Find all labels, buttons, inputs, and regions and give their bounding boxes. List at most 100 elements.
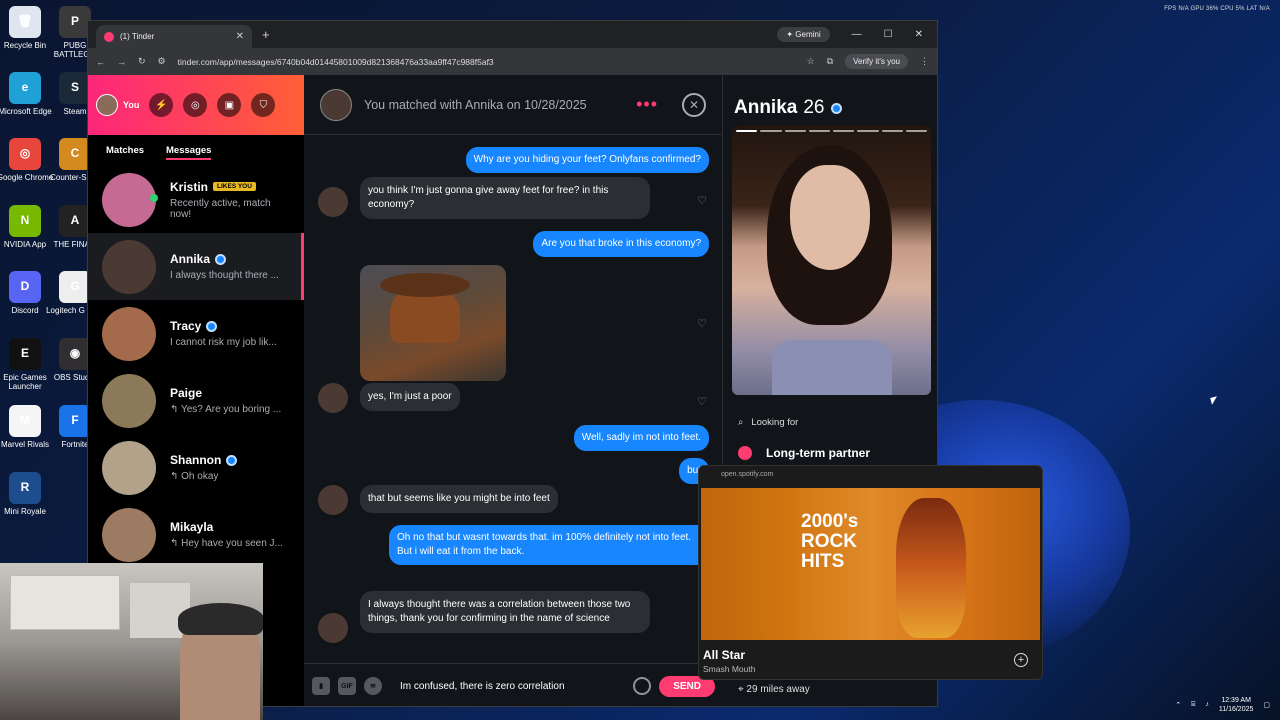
maximize-icon[interactable]: ☐: [884, 29, 893, 40]
song-artist: Smash Mouth: [703, 664, 756, 674]
boost-icon[interactable]: ⚡: [149, 93, 174, 117]
emoji-icon[interactable]: [633, 677, 652, 695]
profile-first-name: Annika: [734, 97, 798, 118]
extensions-icon[interactable]: ⧉: [827, 56, 833, 67]
conversation-item[interactable]: Mikayla ↰ Hey have you seen J...: [88, 501, 304, 568]
spotify-source: open.spotify.com: [721, 471, 774, 478]
conversation-item[interactable]: Paige ↰ Yes? Are you boring ...: [88, 367, 304, 434]
my-profile-button[interactable]: You: [96, 94, 139, 116]
close-chat-icon[interactable]: ✕: [682, 92, 706, 117]
bookmark-star-icon[interactable]: ☆: [807, 56, 815, 67]
like-heart-icon[interactable]: ♡: [697, 317, 709, 330]
clock[interactable]: 12:39 AM 11/16/2025: [1219, 696, 1254, 714]
like-heart-icon[interactable]: ♡: [697, 395, 709, 408]
conversation-preview: ↰ Hey have you seen J...: [170, 538, 283, 549]
verified-badge-icon: [215, 253, 227, 265]
close-window-icon[interactable]: ✕: [915, 29, 923, 40]
distance-row: ⌖ 29 miles away: [738, 684, 810, 695]
avatar: [318, 383, 348, 413]
spotify-icon[interactable]: ≋: [364, 677, 382, 695]
clock-time: 12:39 AM: [1221, 696, 1251, 704]
profile-name: Annika 26: [724, 75, 937, 125]
avatar: [318, 187, 348, 217]
gif-button[interactable]: GIF: [338, 677, 356, 695]
conversation-item[interactable]: Shannon ↰ Oh okay: [88, 434, 304, 501]
conversation-item[interactable]: Kristin LIKES YOU Recently active, match n…: [88, 166, 304, 233]
avatar: [318, 613, 348, 643]
app-icon: M: [9, 405, 41, 437]
message-outgoing: Well, sadly im not into feet.: [573, 425, 709, 451]
like-heart-icon[interactable]: ♡: [697, 194, 709, 207]
message-incoming: yes, I'm just a poor: [318, 383, 460, 413]
address-bar: ← → ↻ ⚙ tinder.com/app/messages/6740b04d…: [88, 48, 937, 75]
more-options-icon[interactable]: •••: [636, 94, 658, 115]
verified-badge-icon: [206, 320, 218, 332]
message-incoming: I always thought there was a correlation…: [318, 591, 650, 643]
network-icon[interactable]: ⌸: [1191, 701, 1195, 709]
message-outgoing: Oh no that but wasnt towards that. im 10…: [389, 525, 709, 565]
back-icon[interactable]: ←: [96, 57, 105, 67]
spotify-mini-player[interactable]: open.spotify.com 2000's ROCK HITS All St…: [698, 465, 1043, 680]
tab-matches[interactable]: Matches: [106, 145, 144, 160]
explore-icon[interactable]: ◎: [183, 93, 208, 117]
sticker-icon[interactable]: ▮: [312, 677, 330, 695]
message-incoming: you think I'm just gonna give away feet …: [318, 177, 650, 219]
reload-icon[interactable]: ↻: [138, 56, 146, 67]
menu-icon[interactable]: ⋮: [920, 56, 929, 67]
conversation-name: Shannon: [170, 453, 222, 467]
heart-arrow-icon: [738, 446, 752, 460]
app-icon: 🗑: [9, 6, 41, 38]
tab-tinder[interactable]: (1) Tinder ✕: [96, 25, 252, 48]
tab-messages[interactable]: Messages: [166, 145, 212, 160]
sidebar-header: You ⚡ ◎ ▣ ⛉: [88, 75, 304, 135]
looking-for-heading: ⌕ Looking for: [724, 395, 937, 428]
profile-photo[interactable]: [732, 125, 931, 395]
notification-icon[interactable]: ▢: [1263, 701, 1270, 709]
conversation-preview: I always thought there ...: [170, 270, 279, 281]
message-incoming: that but seems like you might be into fe…: [318, 485, 558, 515]
avatar: [102, 507, 156, 562]
tab-bar: (1) Tinder ✕ + ✦ Gemini — ☐ ✕: [88, 21, 937, 48]
conversation-preview: Recently active, match now!: [170, 197, 271, 220]
system-tray: ⌃ ⌸ ♪ 12:39 AM 11/16/2025 ▢: [1175, 696, 1270, 714]
minimize-icon[interactable]: —: [852, 29, 862, 40]
gemini-button[interactable]: ✦ Gemini: [777, 27, 830, 42]
conversation-preview: ↰ Yes? Are you boring ...: [170, 404, 282, 415]
app-icon: D: [9, 271, 41, 303]
shield-icon[interactable]: ⛉: [251, 93, 276, 117]
webcam-overlay: [0, 563, 263, 720]
conversation-name: Tracy: [170, 319, 202, 333]
conversation-item[interactable]: Tracy I cannot risk my job lik...: [88, 300, 304, 367]
looking-for-value: Long-term partner: [724, 428, 937, 460]
photo-progress-bars: [736, 130, 927, 132]
avatar: [102, 239, 156, 294]
conversation-item[interactable]: Annika I always thought there ...: [88, 233, 304, 300]
guitar-image: [896, 498, 966, 638]
desktop-icon-label: Mini Royale: [4, 507, 46, 516]
gif-image[interactable]: [360, 265, 506, 381]
tinder-favicon-icon: [104, 31, 114, 42]
verified-badge-icon: [830, 102, 842, 114]
conversation-name: Kristin: [170, 179, 209, 194]
sidebar-tabs: Matches Messages: [88, 135, 304, 166]
app-icon: e: [9, 72, 41, 104]
avatar: [102, 440, 156, 495]
volume-icon[interactable]: ♪: [1205, 701, 1209, 708]
new-tab-icon[interactable]: +: [262, 27, 270, 42]
chevron-up-icon[interactable]: ⌃: [1175, 701, 1181, 709]
forward-icon[interactable]: →: [117, 57, 126, 67]
briefcase-icon[interactable]: ▣: [217, 93, 242, 117]
message-input[interactable]: Im confused, there is zero correlation: [390, 681, 625, 692]
match-avatar[interactable]: [320, 88, 352, 121]
perf-overlay: FPS N/A GPU 36% CPU 5% LAT N/A: [1164, 6, 1270, 12]
close-tab-icon[interactable]: ✕: [236, 31, 244, 42]
url-field[interactable]: tinder.com/app/messages/6740b04d01445801…: [178, 57, 494, 67]
add-to-library-icon[interactable]: +: [1014, 653, 1028, 667]
message-outgoing: Are you that broke in this economy?: [533, 231, 709, 257]
desktop-icon[interactable]: R Mini Royale: [0, 472, 55, 516]
message-list: Why are you hiding your feet? Onlyfans c…: [304, 135, 723, 663]
avatar: [102, 306, 156, 361]
looking-for-label: Looking for: [751, 417, 799, 428]
site-info-icon[interactable]: ⚙: [158, 56, 166, 67]
profile-verify-button[interactable]: Verify it's you: [845, 54, 908, 69]
